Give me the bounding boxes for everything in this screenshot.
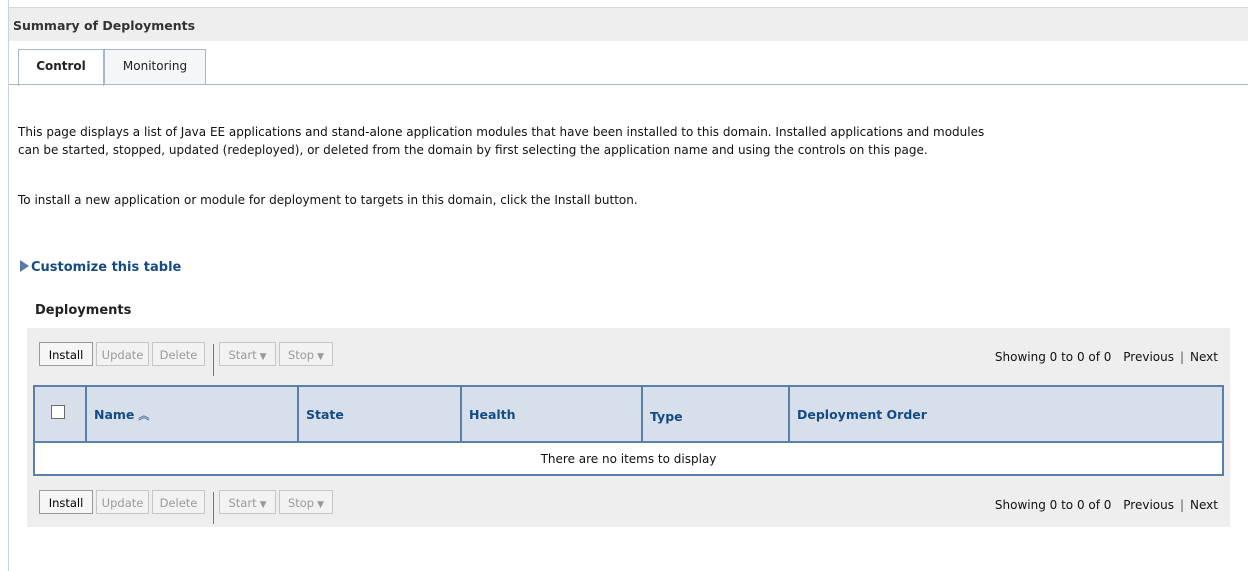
update-button[interactable]: Update xyxy=(96,342,149,366)
column-header-name[interactable]: Name ︽ xyxy=(87,387,299,441)
start-dropdown[interactable]: Start ▼ xyxy=(219,490,276,514)
pager-divider: | xyxy=(1179,498,1185,512)
table-header: Name ︽ State Health Type Deployment Order xyxy=(35,387,1222,441)
next-link[interactable]: Next xyxy=(1190,350,1218,364)
description-line-3: To install a new application or module f… xyxy=(18,193,638,207)
start-label: Start xyxy=(228,496,257,510)
empty-table-message: There are no items to display xyxy=(540,452,717,466)
expand-triangle-icon xyxy=(20,260,29,272)
deployments-section-title: Deployments xyxy=(35,303,132,318)
column-header-health[interactable]: Health xyxy=(462,387,643,441)
chevron-down-icon: ▼ xyxy=(259,352,267,362)
select-all-checkbox[interactable] xyxy=(51,405,65,419)
start-label: Start xyxy=(228,348,257,362)
column-header-type[interactable]: Type xyxy=(643,387,790,441)
stop-dropdown[interactable]: Stop ▼ xyxy=(279,490,333,514)
next-link[interactable]: Next xyxy=(1190,498,1218,512)
customize-table-link[interactable]: Customize this table xyxy=(20,260,181,275)
frame-left-border xyxy=(8,0,9,571)
install-button[interactable]: Install xyxy=(39,490,93,514)
select-all-column xyxy=(35,387,87,441)
pager-showing: Showing 0 to 0 of 0 xyxy=(994,350,1112,364)
description-line-2: can be started, stopped, updated (redepl… xyxy=(18,143,928,157)
delete-button[interactable]: Delete xyxy=(152,342,205,366)
column-name-label: Name xyxy=(94,407,135,422)
bottom-pager: Showing 0 to 0 of 0 Previous | Next xyxy=(995,498,1218,512)
delete-button[interactable]: Delete xyxy=(152,490,205,514)
sort-ascending-icon: ︽ xyxy=(138,409,150,422)
page-title: Summary of Deployments xyxy=(9,7,1248,41)
stop-dropdown[interactable]: Stop ▼ xyxy=(279,342,333,366)
customize-table-label: Customize this table xyxy=(31,260,182,275)
stop-label: Stop xyxy=(287,348,315,362)
chevron-down-icon: ▼ xyxy=(317,500,325,510)
tab-underline xyxy=(9,84,1248,85)
chevron-down-icon: ▼ xyxy=(259,500,267,510)
stop-label: Stop xyxy=(287,496,315,510)
column-header-state[interactable]: State xyxy=(299,387,462,441)
install-button[interactable]: Install xyxy=(39,342,93,366)
toolbar-separator xyxy=(213,344,214,376)
start-dropdown[interactable]: Start ▼ xyxy=(219,342,276,366)
tab-monitoring[interactable]: Monitoring xyxy=(104,49,206,85)
toolbar-separator xyxy=(213,492,214,524)
pager-divider: | xyxy=(1179,350,1185,364)
tab-control[interactable]: Control xyxy=(18,49,104,86)
previous-link[interactable]: Previous xyxy=(1123,498,1174,512)
column-header-deployment-order[interactable]: Deployment Order xyxy=(790,387,1222,441)
deployments-table: Name ︽ State Health Type Deployment Order… xyxy=(33,385,1224,476)
top-pager: Showing 0 to 0 of 0 Previous | Next xyxy=(995,350,1218,364)
previous-link[interactable]: Previous xyxy=(1123,350,1174,364)
update-button[interactable]: Update xyxy=(96,490,149,514)
description-line-1: This page displays a list of Java EE app… xyxy=(18,125,985,139)
chevron-down-icon: ▼ xyxy=(317,352,325,362)
pager-showing: Showing 0 to 0 of 0 xyxy=(994,498,1112,512)
